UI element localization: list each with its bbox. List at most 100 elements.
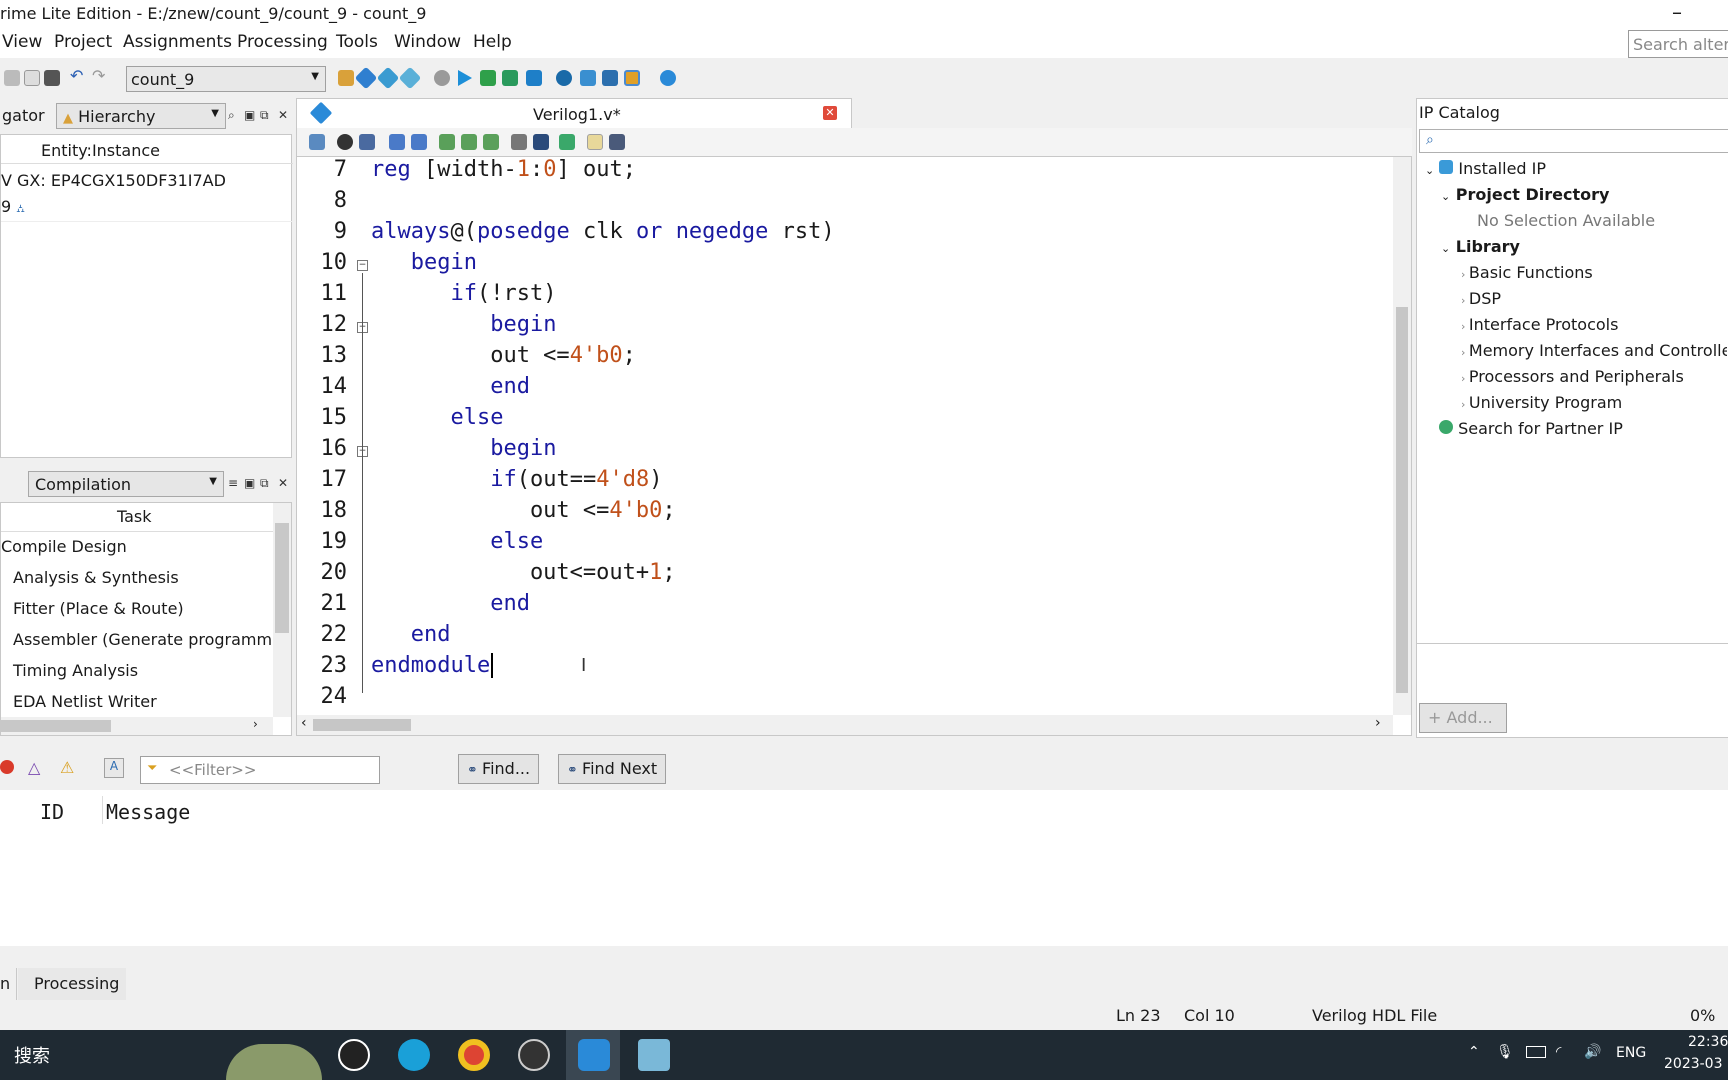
synthesis-icon[interactable]: [398, 66, 422, 90]
task-item[interactable]: Analysis & Synthesis: [13, 568, 179, 587]
volume-icon[interactable]: 🔊: [1584, 1044, 1601, 1060]
fitter-icon[interactable]: [502, 70, 518, 86]
microphone-icon[interactable]: 🎙: [1496, 1044, 1514, 1060]
library-item[interactable]: › DSP: [1461, 289, 1501, 308]
goto-icon[interactable]: [359, 134, 375, 150]
elaboration-icon[interactable]: [376, 66, 400, 90]
find-button[interactable]: ⚭ Find...: [458, 754, 540, 784]
minimize-button[interactable]: –: [1672, 0, 1682, 24]
redo-icon[interactable]: ↷: [92, 66, 105, 85]
partner-ip-link[interactable]: Search for Partner IP: [1439, 419, 1623, 438]
menu-help[interactable]: Help: [473, 32, 512, 52]
search-input[interactable]: Search altera: [1628, 30, 1728, 58]
navigator-view-selector[interactable]: ▲ Hierarchy ▼: [56, 103, 226, 129]
cut-icon[interactable]: [4, 70, 20, 86]
open-icon[interactable]: [309, 134, 325, 150]
critical-warning-filter-icon[interactable]: △: [28, 758, 40, 777]
project-selector[interactable]: count_9 ▼: [126, 66, 326, 92]
library-item[interactable]: › Memory Interfaces and Controllers: [1461, 341, 1727, 360]
add-ip-button[interactable]: + Add...: [1419, 703, 1507, 733]
installed-ip-node[interactable]: ⌄ Installed IP: [1425, 159, 1546, 178]
indent-icon[interactable]: [389, 134, 405, 150]
wifi-icon[interactable]: ◜: [1556, 1044, 1561, 1060]
menu-window[interactable]: Window: [394, 32, 461, 52]
vertical-scrollbar[interactable]: [273, 503, 291, 717]
editor-tab[interactable]: Verilog1.v* ✕: [296, 98, 852, 128]
copy-icon[interactable]: [24, 70, 40, 86]
unindent-icon[interactable]: [411, 134, 427, 150]
pin-icon[interactable]: ▣: [244, 108, 255, 122]
menu-assignments[interactable]: Assignments: [123, 32, 232, 52]
analysis-synthesis-icon[interactable]: [480, 70, 496, 86]
chip-planner-icon[interactable]: [602, 70, 618, 86]
error-filter-icon[interactable]: [0, 760, 14, 774]
code-editor[interactable]: 7 8 9 10 11 12 13 14 15 16 17 18 19 20 2…: [296, 156, 1412, 736]
ip-search-input[interactable]: ⌕: [1419, 129, 1728, 153]
task-item[interactable]: Fitter (Place & Route): [13, 599, 184, 618]
float-icon[interactable]: ⧉: [260, 476, 269, 491]
float-icon[interactable]: ⧉: [260, 108, 269, 123]
task-item[interactable]: Compile Design: [1, 537, 127, 556]
word-wrap-icon[interactable]: [609, 134, 625, 150]
library-item[interactable]: › Basic Functions: [1461, 263, 1593, 282]
analysis-icon[interactable]: [354, 66, 378, 90]
message-filter-input[interactable]: ⏷ <<Filter>>: [140, 756, 380, 784]
stop-icon[interactable]: [434, 70, 450, 86]
info-filter-icon[interactable]: A: [104, 758, 124, 778]
undo-icon[interactable]: ↶: [70, 66, 83, 85]
menu-lines-icon[interactable]: ≡: [228, 476, 238, 490]
clock-time[interactable]: 22:36: [1688, 1034, 1728, 1050]
horizontal-scrollbar[interactable]: ›: [1, 717, 273, 735]
close-icon[interactable]: ✕: [278, 476, 288, 490]
library-item[interactable]: › Interface Protocols: [1461, 315, 1618, 334]
library-item[interactable]: › Processors and Peripherals: [1461, 367, 1684, 386]
bookmark-icon[interactable]: [439, 134, 455, 150]
line-numbers-icon[interactable]: [587, 134, 603, 150]
language-indicator[interactable]: ENG: [1616, 1045, 1646, 1061]
horizontal-scrollbar[interactable]: ‹ ›: [297, 715, 1393, 735]
next-bookmark-icon[interactable]: [461, 134, 477, 150]
task-item[interactable]: Assembler (Generate programmin: [13, 630, 271, 649]
warning-filter-icon[interactable]: ⚠: [60, 758, 74, 777]
chrome-icon[interactable]: [458, 1039, 490, 1071]
device-node[interactable]: V GX: EP4CGX150DF31I7AD: [1, 171, 226, 190]
refresh-icon[interactable]: [559, 134, 575, 150]
find-icon[interactable]: [337, 134, 353, 150]
library-item[interactable]: › University Program: [1461, 393, 1622, 412]
chevron-right-icon[interactable]: ›: [253, 717, 258, 731]
pencil-icon[interactable]: [338, 70, 354, 86]
chevron-right-icon[interactable]: ›: [1375, 715, 1381, 731]
pin-icon[interactable]: ▣: [244, 476, 255, 490]
notepad-icon[interactable]: [638, 1039, 670, 1071]
library-node[interactable]: ⌄ Library: [1441, 237, 1520, 256]
obs-icon[interactable]: [518, 1039, 550, 1071]
menu-project[interactable]: Project: [54, 32, 112, 52]
edge-icon[interactable]: [398, 1039, 430, 1071]
attach-icon[interactable]: [511, 134, 527, 150]
vertical-scrollbar[interactable]: [1393, 157, 1411, 715]
entity-node[interactable]: 9 ⛼: [1, 197, 25, 217]
task-item[interactable]: Timing Analysis: [13, 661, 138, 680]
chevron-up-icon[interactable]: ⌃: [1468, 1044, 1480, 1060]
taskbar-search[interactable]: 搜索: [14, 1042, 50, 1068]
timing-analyzer-icon[interactable]: [556, 70, 572, 86]
netlist-viewer-icon[interactable]: [580, 70, 596, 86]
menu-view[interactable]: View: [2, 32, 42, 52]
search-icon[interactable]: ⌕: [228, 108, 235, 123]
prev-bookmark-icon[interactable]: [483, 134, 499, 150]
chevron-left-icon[interactable]: ‹: [301, 715, 307, 731]
close-tab-icon[interactable]: ✕: [823, 106, 837, 120]
clock-date[interactable]: 2023-03: [1664, 1056, 1723, 1072]
quartus-icon[interactable]: [578, 1039, 610, 1071]
assembler-icon[interactable]: [526, 70, 542, 86]
help-bubble-icon[interactable]: [660, 70, 676, 86]
paste-icon[interactable]: [44, 70, 60, 86]
battery-icon[interactable]: [1526, 1046, 1546, 1058]
start-compilation-icon[interactable]: [458, 70, 472, 86]
tab-processing[interactable]: Processing: [34, 974, 119, 993]
programmer-icon[interactable]: [624, 70, 640, 86]
insert-template-icon[interactable]: [533, 134, 549, 150]
qq-icon[interactable]: [338, 1039, 370, 1071]
project-directory-node[interactable]: ⌄ Project Directory: [1441, 185, 1609, 204]
close-icon[interactable]: ✕: [278, 108, 288, 122]
